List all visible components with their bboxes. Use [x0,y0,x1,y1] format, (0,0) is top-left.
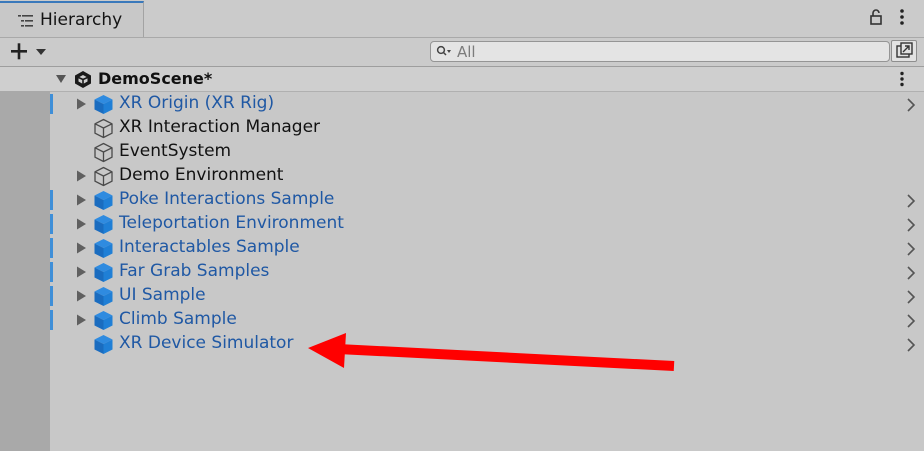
hierarchy-item-label: Poke Interactions Sample [119,189,335,209]
hierarchy-item-label: XR Origin (XR Rig) [119,93,275,113]
scene-name: DemoScene* [98,69,213,88]
chevron-right-icon[interactable] [906,266,916,280]
scene-header[interactable]: DemoScene* [0,67,924,92]
prefab-cube-icon [94,239,113,258]
chevron-right-icon[interactable] [906,242,916,256]
prefab-cube-icon [94,95,113,114]
hierarchy-item-label: UI Sample [119,285,206,305]
prefab-cube-icon [94,215,113,234]
hierarchy-item-label: Teleportation Environment [119,213,344,233]
prefab-cube-icon [94,335,113,354]
override-indicator [50,286,53,306]
hierarchy-item-label: XR Device Simulator [119,333,294,353]
override-indicator [50,214,53,234]
fold-arrow-right-icon[interactable] [75,314,87,326]
override-indicator [50,94,53,114]
fold-arrow-right-icon[interactable] [75,290,87,302]
kebab-menu-icon[interactable] [898,8,906,26]
override-indicator [50,238,53,258]
hierarchy-item-label: Demo Environment [119,165,284,185]
tab-hierarchy[interactable]: Hierarchy [0,1,144,37]
tab-bar: Hierarchy [0,0,924,38]
hierarchy-item-far-grab-samples[interactable]: Far Grab Samples [50,260,924,284]
hierarchy-item-ui-sample[interactable]: UI Sample [50,284,924,308]
fold-arrow-right-icon[interactable] [75,218,87,230]
prefab-cube-icon [94,263,113,282]
gameobject-cube-icon [94,142,113,163]
scene-menu-icon[interactable] [898,71,906,87]
fold-arrow-right-icon[interactable] [75,170,87,182]
chevron-right-icon[interactable] [906,194,916,208]
lock-icon[interactable] [868,8,884,26]
chevron-right-icon[interactable] [906,98,916,112]
chevron-right-icon[interactable] [906,290,916,304]
hierarchy-item-xr-interaction-manager[interactable]: XR Interaction Manager [50,116,924,140]
hierarchy-item-climb-sample[interactable]: Climb Sample [50,308,924,332]
search-input[interactable] [457,42,877,61]
override-indicator [50,310,53,330]
hierarchy-item-label: Climb Sample [119,309,237,329]
scene-visibility-button[interactable] [891,40,917,62]
hierarchy-item-poke-interactions-sample[interactable]: Poke Interactions Sample [50,188,924,212]
fold-arrow-right-icon[interactable] [75,98,87,110]
chevron-right-icon[interactable] [906,338,916,352]
prefab-cube-icon [94,311,113,330]
fold-arrow-right-icon[interactable] [75,194,87,206]
search-icon [436,45,451,56]
hierarchy-gutter [0,91,50,451]
fold-arrow-right-icon[interactable] [75,266,87,278]
hierarchy-item-xr-origin-xr-rig[interactable]: XR Origin (XR Rig) [50,92,924,116]
gameobject-cube-icon [94,166,113,187]
hierarchy-item-interactables-sample[interactable]: Interactables Sample [50,236,924,260]
hierarchy-item-label: Far Grab Samples [119,261,270,281]
prefab-cube-icon [94,287,113,306]
hierarchy-item-label: XR Interaction Manager [119,117,321,137]
scene-view-icon [896,42,913,58]
fold-arrow-right-icon[interactable] [75,242,87,254]
hierarchy-item-label: Interactables Sample [119,237,300,257]
hierarchy-item-label: EventSystem [119,141,232,161]
hierarchy-item-demo-environment[interactable]: Demo Environment [50,164,924,188]
gameobject-cube-icon [94,118,113,139]
override-indicator [50,190,53,210]
hierarchy-list-icon [18,15,33,27]
prefab-cube-icon [94,191,113,210]
hierarchy-toolbar [0,38,924,67]
plus-dropdown-icon [11,43,46,60]
hierarchy-item-xr-device-simulator[interactable]: XR Device Simulator [50,332,924,356]
search-field[interactable] [430,41,890,62]
fold-arrow-down-icon[interactable] [55,73,67,85]
hierarchy-item-eventsystem[interactable]: EventSystem [50,140,924,164]
chevron-right-icon[interactable] [906,314,916,328]
override-indicator [50,262,53,282]
hierarchy-item-teleportation-environment[interactable]: Teleportation Environment [50,212,924,236]
tab-title: Hierarchy [40,10,123,30]
unity-scene-icon [75,71,91,88]
add-object-button[interactable] [8,41,50,63]
chevron-right-icon[interactable] [906,218,916,232]
